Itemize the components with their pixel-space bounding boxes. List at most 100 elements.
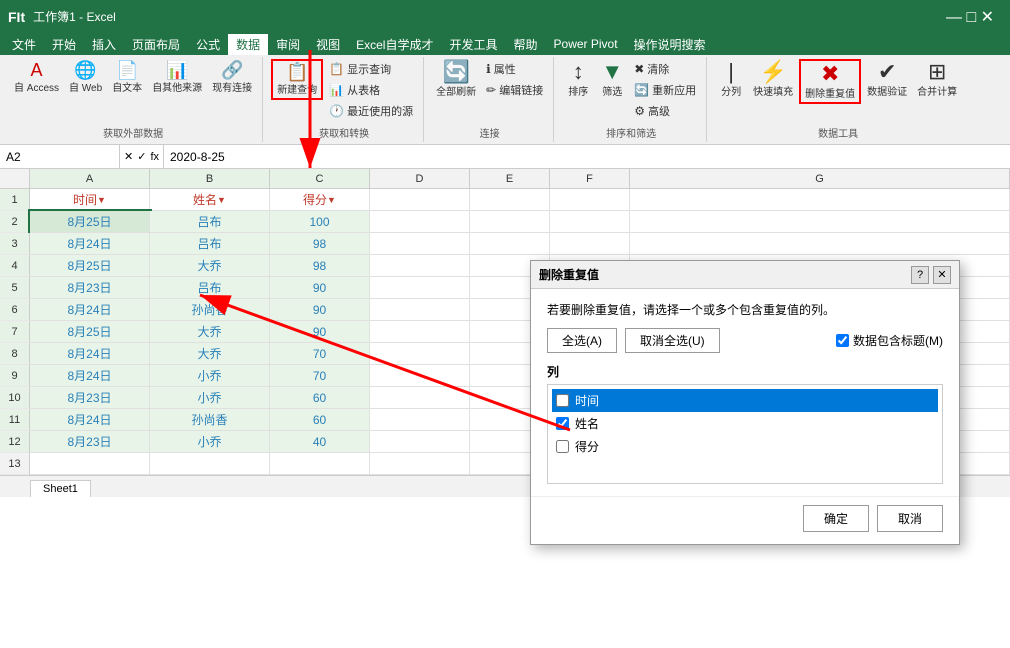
menu-excel-learn[interactable]: Excel自学成才 [348,34,441,55]
menu-search[interactable]: 操作说明搜索 [626,34,714,55]
dialog-column-checkbox-score[interactable] [556,440,569,453]
cell-F2[interactable] [550,211,630,233]
menu-formula[interactable]: 公式 [188,34,228,55]
cell-A13[interactable] [30,453,150,475]
cell-C7[interactable]: 90 [270,321,370,343]
cell-A10[interactable]: 8月23日 [30,387,150,409]
cell-C11[interactable]: 60 [270,409,370,431]
ribbon-btn-recent[interactable]: 🕐 最近使用的源 [325,101,417,121]
cell-B9[interactable]: 小乔 [150,365,270,387]
dialog-column-checkbox-time[interactable] [556,394,569,407]
col-header-D[interactable]: D [370,169,470,188]
cell-G1[interactable] [630,189,1010,211]
dialog-select-all-btn[interactable]: 全选(A) [547,328,617,353]
cell-C5[interactable]: 90 [270,277,370,299]
ribbon-btn-merge[interactable]: ⊞ 合并计算 [913,59,961,100]
cell-D4[interactable] [370,255,470,277]
ribbon-btn-from-table[interactable]: 📊 从表格 [325,80,417,100]
ribbon-btn-refresh[interactable]: 🔄 全部刷新 [432,59,480,100]
cell-D12[interactable] [370,431,470,453]
cell-A8[interactable]: 8月24日 [30,343,150,365]
ribbon-btn-advanced[interactable]: ⚙ 高级 [630,101,700,121]
cell-B3[interactable]: 吕布 [150,233,270,255]
cell-B13[interactable] [150,453,270,475]
cell-B10[interactable]: 小乔 [150,387,270,409]
dialog-column-checkbox-name[interactable] [556,417,569,430]
menu-dev[interactable]: 开发工具 [441,34,505,55]
ribbon-btn-web[interactable]: 🌐 自 Web [65,59,106,96]
cell-D8[interactable] [370,343,470,365]
cell-C8[interactable]: 70 [270,343,370,365]
ribbon-btn-filter[interactable]: ▼ 筛选 [596,59,628,100]
ribbon-btn-existing[interactable]: 🔗 现有连接 [208,59,256,96]
cell-B12[interactable]: 小乔 [150,431,270,453]
ribbon-btn-clear[interactable]: ✖ 清除 [630,59,700,79]
dialog-column-item-name[interactable]: 姓名 [552,412,938,435]
cell-B1[interactable]: 姓名 ▼ [150,189,270,211]
menu-start[interactable]: 开始 [44,34,84,55]
cell-B6[interactable]: 孙尚香 [150,299,270,321]
cell-A1[interactable]: 时间 ▼ [30,189,150,211]
ribbon-btn-text[interactable]: 📄 自文本 [108,59,146,96]
cell-D11[interactable] [370,409,470,431]
cell-A4[interactable]: 8月25日 [30,255,150,277]
cell-A12[interactable]: 8月23日 [30,431,150,453]
ribbon-btn-sort[interactable]: ↕ 排序 [562,59,594,100]
cell-C4[interactable]: 98 [270,255,370,277]
ribbon-btn-validate[interactable]: ✔ 数据验证 [863,59,911,100]
cell-C6[interactable]: 90 [270,299,370,321]
cell-A9[interactable]: 8月24日 [30,365,150,387]
menu-data[interactable]: 数据 [228,34,268,55]
cell-F1[interactable] [550,189,630,211]
cell-B7[interactable]: 大乔 [150,321,270,343]
cell-G3[interactable] [630,233,1010,255]
cell-C2[interactable]: 100 [270,211,370,233]
cell-D13[interactable] [370,453,470,475]
ribbon-btn-access[interactable]: A 自 Access [10,59,63,96]
cell-D10[interactable] [370,387,470,409]
menu-file[interactable]: 文件 [4,34,44,55]
cell-D2[interactable] [370,211,470,233]
confirm-formula-icon[interactable]: ✓ [137,150,146,163]
cell-A3[interactable]: 8月24日 [30,233,150,255]
sheet-tab-1[interactable]: Sheet1 [30,480,91,497]
col-header-F[interactable]: F [550,169,630,188]
ribbon-btn-remove-dup[interactable]: ✖ 删除重复值 [799,59,861,104]
ribbon-btn-properties[interactable]: ℹ 属性 [482,59,547,79]
cell-B11[interactable]: 孙尚香 [150,409,270,431]
cell-C1[interactable]: 得分 ▼ [270,189,370,211]
menu-power-pivot[interactable]: Power Pivot [546,35,626,53]
menu-review[interactable]: 审阅 [268,34,308,55]
col-header-C[interactable]: C [270,169,370,188]
ribbon-btn-new-query[interactable]: 📋 新建查询 [271,59,323,100]
dialog-header-checkbox[interactable] [836,334,849,347]
cell-F3[interactable] [550,233,630,255]
cell-C12[interactable]: 40 [270,431,370,453]
cell-B4[interactable]: 大乔 [150,255,270,277]
col-header-G[interactable]: G [630,169,1010,188]
cell-B2[interactable]: 吕布 [150,211,270,233]
menu-help[interactable]: 帮助 [506,34,546,55]
cell-C3[interactable]: 98 [270,233,370,255]
cell-A5[interactable]: 8月23日 [30,277,150,299]
cell-B8[interactable]: 大乔 [150,343,270,365]
col-header-A[interactable]: A [30,169,150,188]
dialog-close-btn[interactable]: ✕ [933,266,951,284]
dialog-column-item-score[interactable]: 得分 [552,435,938,458]
cell-C10[interactable]: 60 [270,387,370,409]
name-box[interactable]: A2 [0,145,120,168]
menu-layout[interactable]: 页面布局 [124,34,188,55]
insert-function-icon[interactable]: fx [150,151,159,163]
cell-A2[interactable]: 8月25日 [30,211,150,233]
cell-A7[interactable]: 8月25日 [30,321,150,343]
ribbon-btn-show-query[interactable]: 📋 显示查询 [325,59,417,79]
dialog-ok-btn[interactable]: 确定 [803,505,869,532]
ribbon-btn-flash-fill[interactable]: ⚡ 快速填充 [749,59,797,100]
cell-G2[interactable] [630,211,1010,233]
cell-D3[interactable] [370,233,470,255]
cell-E2[interactable] [470,211,550,233]
cell-E3[interactable] [470,233,550,255]
menu-view[interactable]: 视图 [308,34,348,55]
cell-A11[interactable]: 8月24日 [30,409,150,431]
col-header-B[interactable]: B [150,169,270,188]
